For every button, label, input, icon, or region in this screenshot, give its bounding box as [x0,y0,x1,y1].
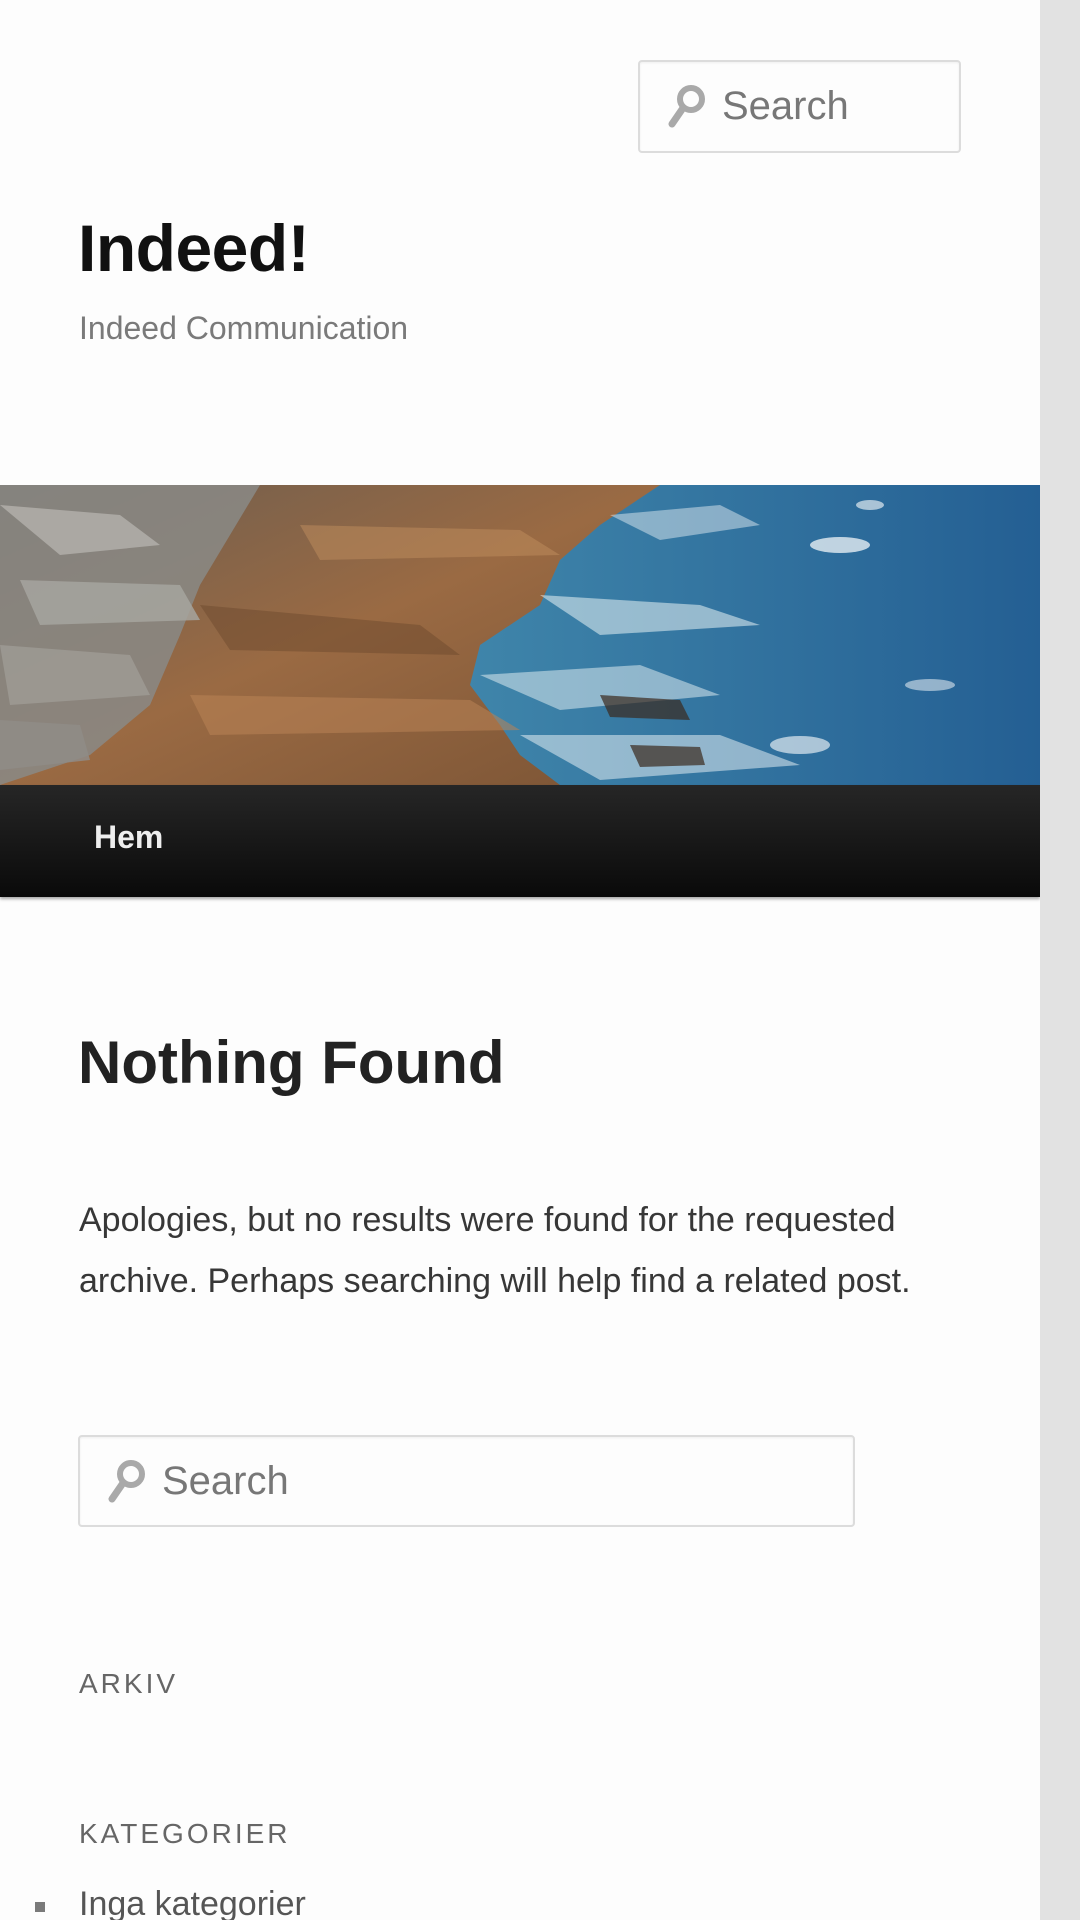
header-search-box[interactable] [638,60,961,153]
archive-widget-title: ARKIV [79,1668,179,1699]
site-description: Indeed Communication [79,310,409,346]
header-image [0,485,1040,785]
page-title: Nothing Found [78,1029,505,1096]
header-search-input[interactable] [722,62,952,151]
search-icon [668,85,705,128]
main-navigation: Hem [0,785,1040,897]
bullet-icon [35,1902,45,1912]
content-search-box[interactable] [78,1435,855,1527]
page: Indeed! Indeed Communication [0,0,1040,1920]
site-title[interactable]: Indeed! [78,208,310,288]
no-results-message: Apologies, but no results were found for… [79,1201,911,1300]
category-label: Inga kategorier [79,1885,306,1920]
category-item: Inga kategorier [0,1880,306,1920]
nav-item-home[interactable]: Hem [94,815,163,859]
content-search-input[interactable] [162,1437,842,1525]
search-icon [108,1460,145,1503]
categories-widget-title: KATEGORIER [79,1818,291,1849]
category-list: Inga kategorier [0,1880,306,1920]
